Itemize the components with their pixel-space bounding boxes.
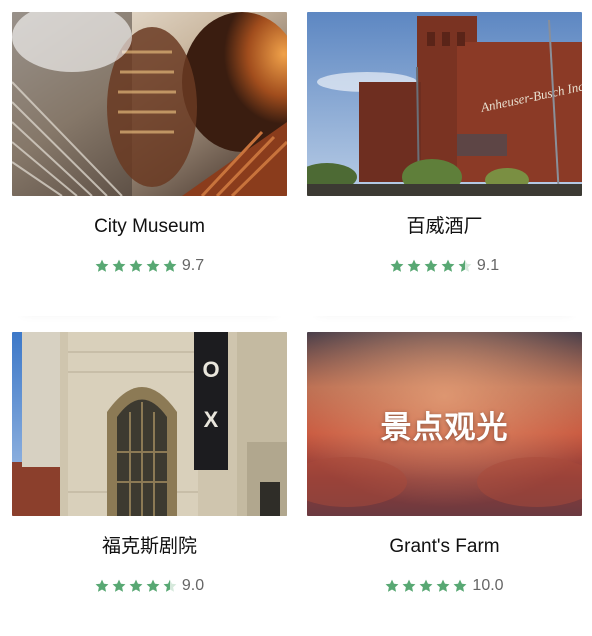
attraction-name[interactable]: 福克斯剧院 <box>12 536 287 558</box>
rating: 9.1 <box>307 258 582 274</box>
attraction-photo[interactable] <box>12 12 287 196</box>
card-shadow <box>307 516 582 636</box>
attraction-photo[interactable]: O X <box>12 332 287 516</box>
star-rating <box>390 259 472 273</box>
star-rating <box>95 579 177 593</box>
star-icon <box>95 259 109 272</box>
rating-score: 9.1 <box>476 257 500 274</box>
star-icon <box>390 259 404 272</box>
star-icon <box>386 579 399 592</box>
attraction-name[interactable]: Grant's Farm <box>307 536 582 558</box>
rating: 10.0 <box>307 578 582 594</box>
star-icon <box>129 259 143 272</box>
card-shadow <box>12 196 287 316</box>
star-icon <box>163 259 177 272</box>
rating-score: 10.0 <box>472 577 504 594</box>
svg-text:O: O <box>202 357 219 382</box>
rating-score: 9.0 <box>181 577 205 594</box>
star-half-icon <box>163 579 177 592</box>
rating: 9.7 <box>12 258 287 274</box>
star-half-icon <box>458 259 472 272</box>
star-icon <box>407 259 421 272</box>
star-icon <box>420 579 433 592</box>
star-rating <box>385 579 467 593</box>
star-icon <box>146 579 160 592</box>
overlay-caption: 景点观光 <box>380 409 509 445</box>
star-rating <box>95 259 177 273</box>
attraction-name[interactable]: 百威酒厂 <box>307 216 582 238</box>
rating: 9.0 <box>12 578 287 594</box>
card-shadow <box>307 196 582 316</box>
attraction-photo[interactable]: 景点观光 <box>307 332 582 516</box>
svg-text:X: X <box>204 407 219 432</box>
star-icon <box>112 579 126 592</box>
star-icon <box>441 259 455 272</box>
star-icon <box>146 259 160 272</box>
attraction-name[interactable]: City Museum <box>12 216 287 238</box>
star-icon <box>112 259 126 272</box>
card-shadow <box>12 516 287 636</box>
rating-score: 9.7 <box>181 257 205 274</box>
star-icon <box>454 579 467 592</box>
star-icon <box>424 259 438 272</box>
star-icon <box>95 579 109 592</box>
star-icon <box>437 579 450 592</box>
star-icon <box>129 579 143 592</box>
star-icon <box>403 579 416 592</box>
attraction-photo[interactable]: Anheuser-Busch Inc <box>307 12 582 196</box>
